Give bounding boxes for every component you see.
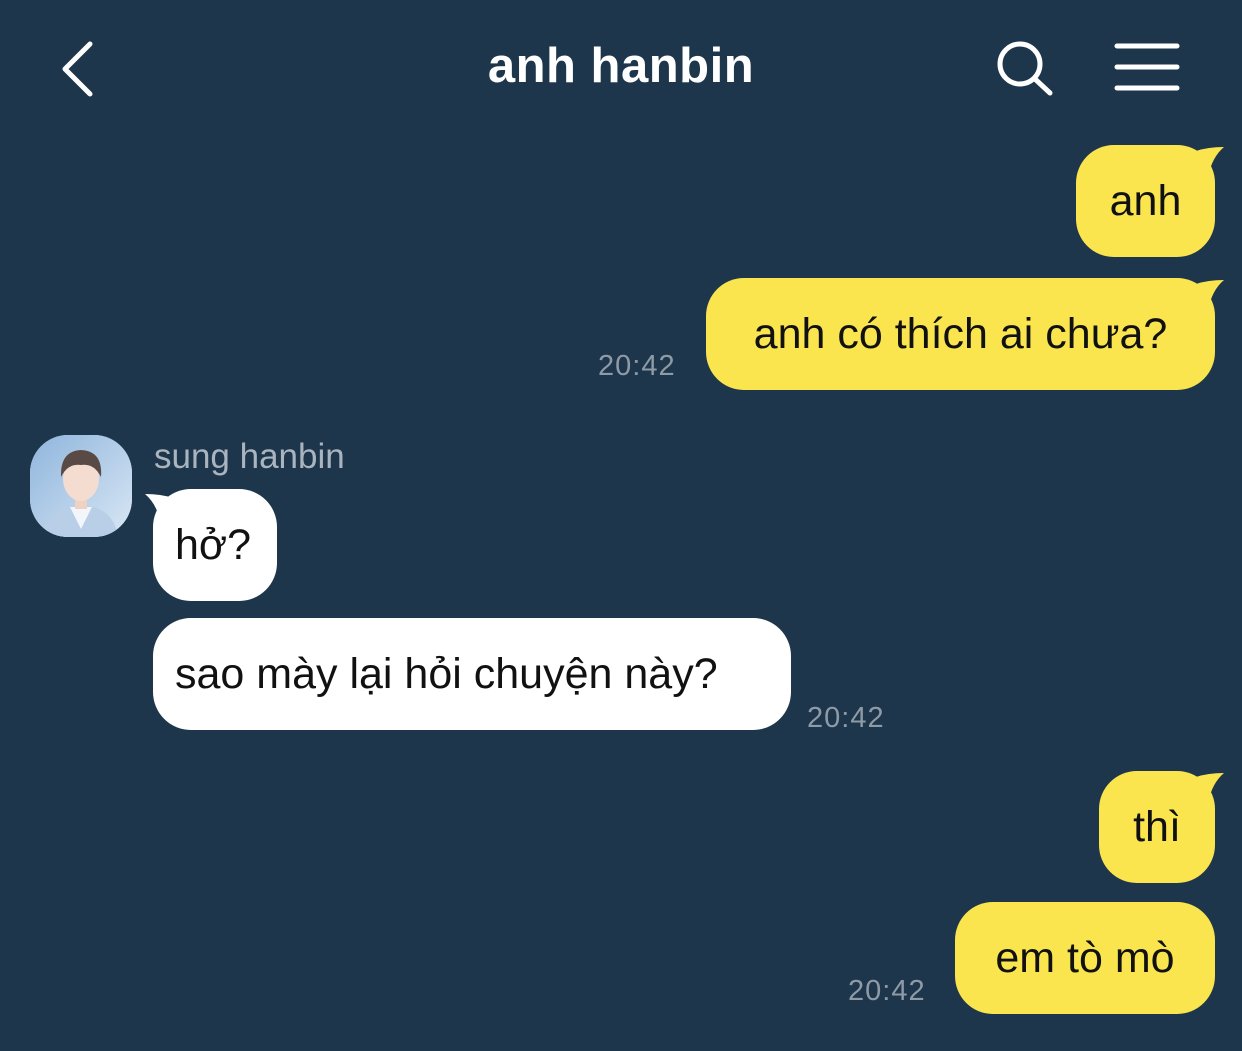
message-text: em tò mò bbox=[995, 933, 1175, 982]
chevron-left-icon bbox=[62, 41, 93, 97]
message-bubble-outgoing[interactable]: em tò mò bbox=[955, 902, 1215, 1014]
message-text: anh có thích ai chưa? bbox=[753, 309, 1168, 358]
search-icon bbox=[997, 41, 1053, 96]
message-bubble-incoming[interactable]: sao mày lại hỏi chuyện này? bbox=[153, 618, 791, 730]
sender-name: sung hanbin bbox=[154, 437, 345, 476]
chat-title: anh hanbin bbox=[487, 39, 755, 93]
message-text: sao mày lại hỏi chuyện này? bbox=[175, 649, 718, 698]
message-bubble-outgoing[interactable]: anh bbox=[1076, 145, 1215, 257]
message-timestamp: 20:42 bbox=[598, 350, 676, 382]
message-timestamp: 20:42 bbox=[807, 702, 885, 734]
profile-photo bbox=[30, 435, 132, 537]
message-bubble-outgoing[interactable]: thì bbox=[1099, 771, 1215, 883]
message-bubble-outgoing[interactable]: anh có thích ai chưa? bbox=[706, 278, 1215, 390]
chat-header: anh hanbin bbox=[0, 0, 1242, 140]
back-button[interactable] bbox=[50, 34, 110, 104]
message-text: thì bbox=[1133, 802, 1181, 851]
menu-button[interactable] bbox=[1112, 40, 1182, 96]
search-button[interactable] bbox=[994, 38, 1058, 98]
menu-icon bbox=[1114, 43, 1180, 91]
message-timestamp: 20:42 bbox=[848, 975, 926, 1007]
avatar[interactable] bbox=[30, 435, 132, 537]
message-bubble-incoming[interactable]: hở? bbox=[153, 489, 277, 601]
message-text: hở? bbox=[175, 520, 252, 569]
message-text: anh bbox=[1109, 176, 1182, 225]
